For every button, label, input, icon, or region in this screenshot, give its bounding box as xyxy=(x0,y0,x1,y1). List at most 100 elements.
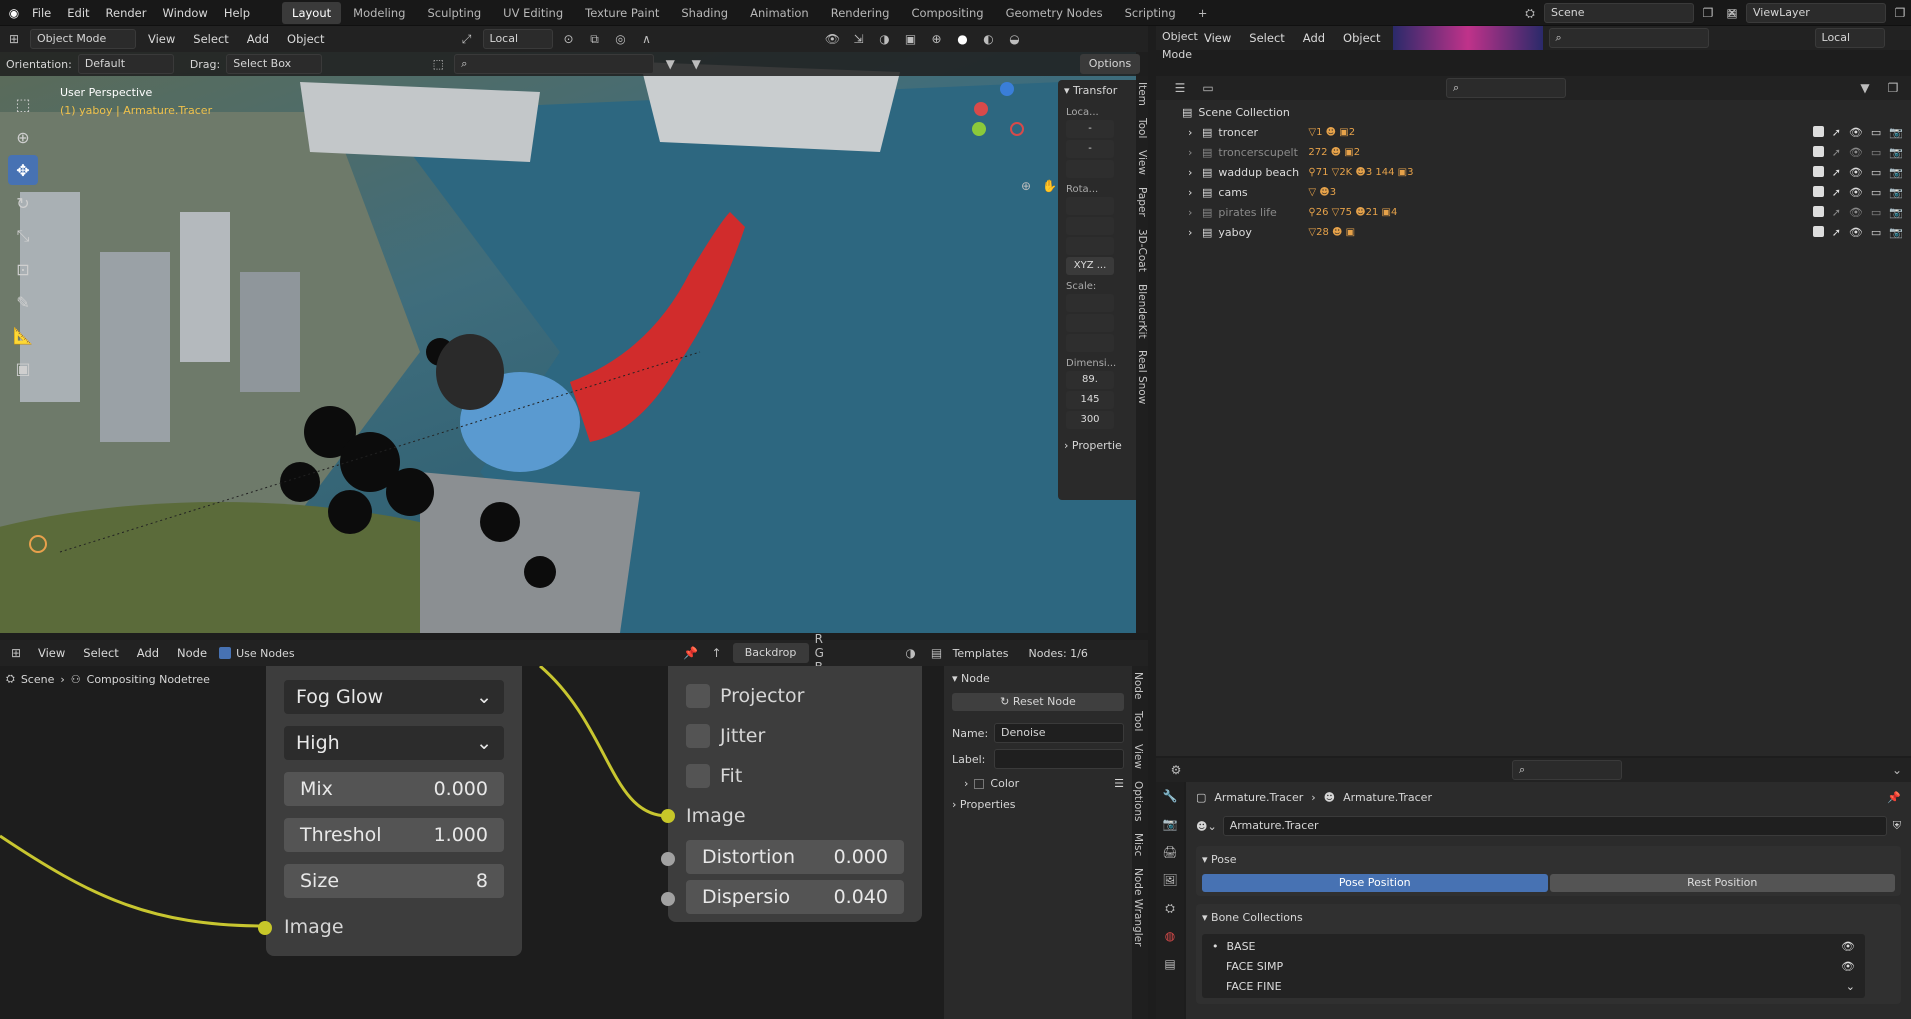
right-search-input[interactable]: ⌕ xyxy=(1548,28,1709,48)
node-name-input[interactable]: Denoise xyxy=(994,723,1124,743)
dimension-z[interactable]: 300 xyxy=(1066,411,1114,429)
monitor-icon[interactable]: ▭ xyxy=(1871,226,1881,239)
location-x[interactable]: - xyxy=(1066,120,1114,138)
overlay-node-icon[interactable]: ◑ xyxy=(901,643,921,663)
use-nodes-checkbox[interactable]: Use Nodes xyxy=(219,647,295,660)
transform-tool-icon[interactable]: ⊡ xyxy=(8,254,38,284)
armature-data-icon[interactable]: ☻⌄ xyxy=(1196,820,1217,833)
tab-scripting[interactable]: Scripting xyxy=(1115,2,1186,24)
cursor-tool-icon[interactable]: ⊕ xyxy=(8,122,38,152)
add-cube-tool-icon[interactable]: ▣ xyxy=(8,353,38,383)
node-tab-tool[interactable]: Tool xyxy=(1132,705,1144,737)
monitor-icon[interactable]: ▭ xyxy=(1871,146,1881,159)
dimension-x[interactable]: 89. xyxy=(1066,371,1114,389)
outliner-row[interactable]: › ▤ troncer ▽1 ☻ ▣2 ➚ 👁 ▭ 📷 xyxy=(1182,122,1911,142)
monitor-icon[interactable]: ▭ xyxy=(1871,206,1881,219)
properties-section-header[interactable]: › Properties xyxy=(952,798,1124,811)
rotation-x[interactable] xyxy=(1066,197,1114,215)
node-editor-type-icon[interactable]: ⊞ xyxy=(6,643,26,663)
glare-input-socket[interactable] xyxy=(258,921,272,935)
right-menu-view[interactable]: View xyxy=(1198,25,1237,51)
scale-tool-icon[interactable]: ⤡ xyxy=(8,221,38,251)
add-workspace-button[interactable]: + xyxy=(1188,2,1218,24)
tab-animation[interactable]: Animation xyxy=(740,2,819,24)
color-presets-icon[interactable]: ☰ xyxy=(1114,777,1124,790)
zoom-icon[interactable]: ⊕ xyxy=(1016,176,1036,196)
node-menu-view[interactable]: View xyxy=(32,640,71,666)
eye-icon[interactable]: ⌄ xyxy=(1846,980,1855,993)
scene-field[interactable]: Scene xyxy=(1544,3,1694,23)
properties-editor-icon[interactable]: ⚙ xyxy=(1166,760,1186,780)
eye-icon[interactable]: 👁 xyxy=(1849,186,1863,199)
node-menu-node[interactable]: Node xyxy=(171,640,213,666)
transform-panel-header[interactable]: ▾ Transfor xyxy=(1058,80,1136,101)
pose-panel-header[interactable]: ▾ Pose xyxy=(1202,850,1895,870)
breadcrumb-armature[interactable]: Armature.Tracer xyxy=(1343,791,1432,804)
lens-image-socket[interactable] xyxy=(661,809,675,823)
pan-icon[interactable]: ✋ xyxy=(1040,176,1060,196)
templates-icon[interactable]: ▤ xyxy=(927,643,947,663)
expand-arrow-icon[interactable]: › xyxy=(1188,126,1202,139)
dimension-y[interactable]: 145 xyxy=(1066,391,1114,409)
expand-arrow-icon[interactable]: › xyxy=(1188,186,1202,199)
viewport-menu-select[interactable]: Select xyxy=(187,26,234,52)
mix-field[interactable]: Mix 0.000 xyxy=(284,772,504,806)
sidebar-tab-paper[interactable]: Paper xyxy=(1136,181,1148,223)
select-arrow-icon[interactable]: ➚ xyxy=(1832,166,1841,179)
pose-position-button[interactable]: Pose Position xyxy=(1202,874,1548,892)
menu-file[interactable]: File xyxy=(24,0,59,26)
menu-window[interactable]: Window xyxy=(154,0,215,26)
color-subpanel[interactable]: › Color ☰ xyxy=(952,777,1124,790)
outliner-row[interactable]: › ▤ yaboy ▽28 ☻ ▣ ➚ 👁 ▭ 📷 xyxy=(1182,222,1911,242)
render-camera-icon[interactable]: 📷 xyxy=(1889,206,1903,219)
select-mode-icon[interactable]: ⬚ xyxy=(428,54,448,74)
viewport-3d[interactable]: User Perspective (1) yaboy | Armature.Tr… xyxy=(0,52,1136,633)
menu-render[interactable]: Render xyxy=(98,0,155,26)
display-mode-icon[interactable]: ▭ xyxy=(1198,78,1218,98)
location-z[interactable] xyxy=(1066,160,1114,178)
blender-logo-icon[interactable]: ◉ xyxy=(4,3,24,23)
glare-quality-select[interactable]: High ⌄ xyxy=(284,726,504,760)
render-tab-icon[interactable]: 📷 xyxy=(1160,814,1180,834)
outliner-editor-icon[interactable]: ☰ xyxy=(1170,78,1190,98)
bone-collection-row[interactable]: FACE FINE ⌄ xyxy=(1212,976,1855,996)
pin-node-icon[interactable]: 📌 xyxy=(681,643,701,663)
falloff-icon[interactable]: ∧ xyxy=(637,29,657,49)
reset-node-button[interactable]: ↻ Reset Node xyxy=(952,693,1124,711)
bone-collection-row[interactable]: • BASE 👁 xyxy=(1212,936,1855,956)
eye-icon[interactable]: 👁 xyxy=(1849,126,1863,139)
right-menu-object[interactable]: Object xyxy=(1337,25,1386,51)
rest-position-button[interactable]: Rest Position xyxy=(1549,874,1895,892)
outliner-row[interactable]: › ▤ troncerscupelt 272 ☻ ▣2 ➚ 👁 ▭ 📷 xyxy=(1182,142,1911,162)
expand-arrow-icon[interactable]: › xyxy=(1188,226,1202,239)
breadcrumb-object[interactable]: Armature.Tracer xyxy=(1214,791,1303,804)
datablock-name-input[interactable]: Armature.Tracer xyxy=(1222,816,1887,836)
right-menu-add[interactable]: Add xyxy=(1297,25,1331,51)
eye-icon[interactable]: 👁 xyxy=(1841,960,1855,973)
sidebar-tab-3dcoat[interactable]: 3D-Coat xyxy=(1136,223,1148,278)
expand-arrow-icon[interactable]: › xyxy=(1188,206,1202,219)
node-menu-select[interactable]: Select xyxy=(77,640,124,666)
tab-compositing[interactable]: Compositing xyxy=(901,2,993,24)
proportional-icon[interactable]: ◎ xyxy=(611,29,631,49)
color-checkbox[interactable] xyxy=(974,778,985,789)
visibility-icon[interactable]: 👁 xyxy=(823,29,843,49)
viewport-menu-object[interactable]: Object xyxy=(281,26,330,52)
select-arrow-icon[interactable]: ➚ xyxy=(1832,126,1841,139)
navigation-gizmo[interactable] xyxy=(960,82,1030,152)
node-canvas[interactable]: ⛭ Scene › ⚇ Compositing Nodetree Fog Glo… xyxy=(0,666,940,1019)
snap-icon[interactable]: ⧉ xyxy=(585,29,605,49)
menu-help[interactable]: Help xyxy=(216,0,258,26)
rotation-mode-select[interactable]: XYZ ... xyxy=(1066,257,1114,275)
exclude-checkbox[interactable] xyxy=(1812,165,1824,177)
tab-shading[interactable]: Shading xyxy=(671,2,738,24)
tool-tab-icon[interactable]: 🔧 xyxy=(1160,786,1180,806)
scale-y[interactable] xyxy=(1066,314,1114,332)
lens-distortion-node[interactable]: Projector Jitter Fit Image Distortion 0.0… xyxy=(668,666,922,922)
axis-neg-x-icon[interactable] xyxy=(1010,122,1024,136)
tab-geometry-nodes[interactable]: Geometry Nodes xyxy=(996,2,1113,24)
exclude-checkbox[interactable] xyxy=(1812,145,1824,157)
tab-layout[interactable]: Layout xyxy=(282,1,342,24)
bone-collections-header[interactable]: ▾ Bone Collections xyxy=(1202,908,1895,928)
outliner-row[interactable]: › ▤ cams ▽ ☻3 ➚ 👁 ▭ 📷 xyxy=(1182,182,1911,202)
